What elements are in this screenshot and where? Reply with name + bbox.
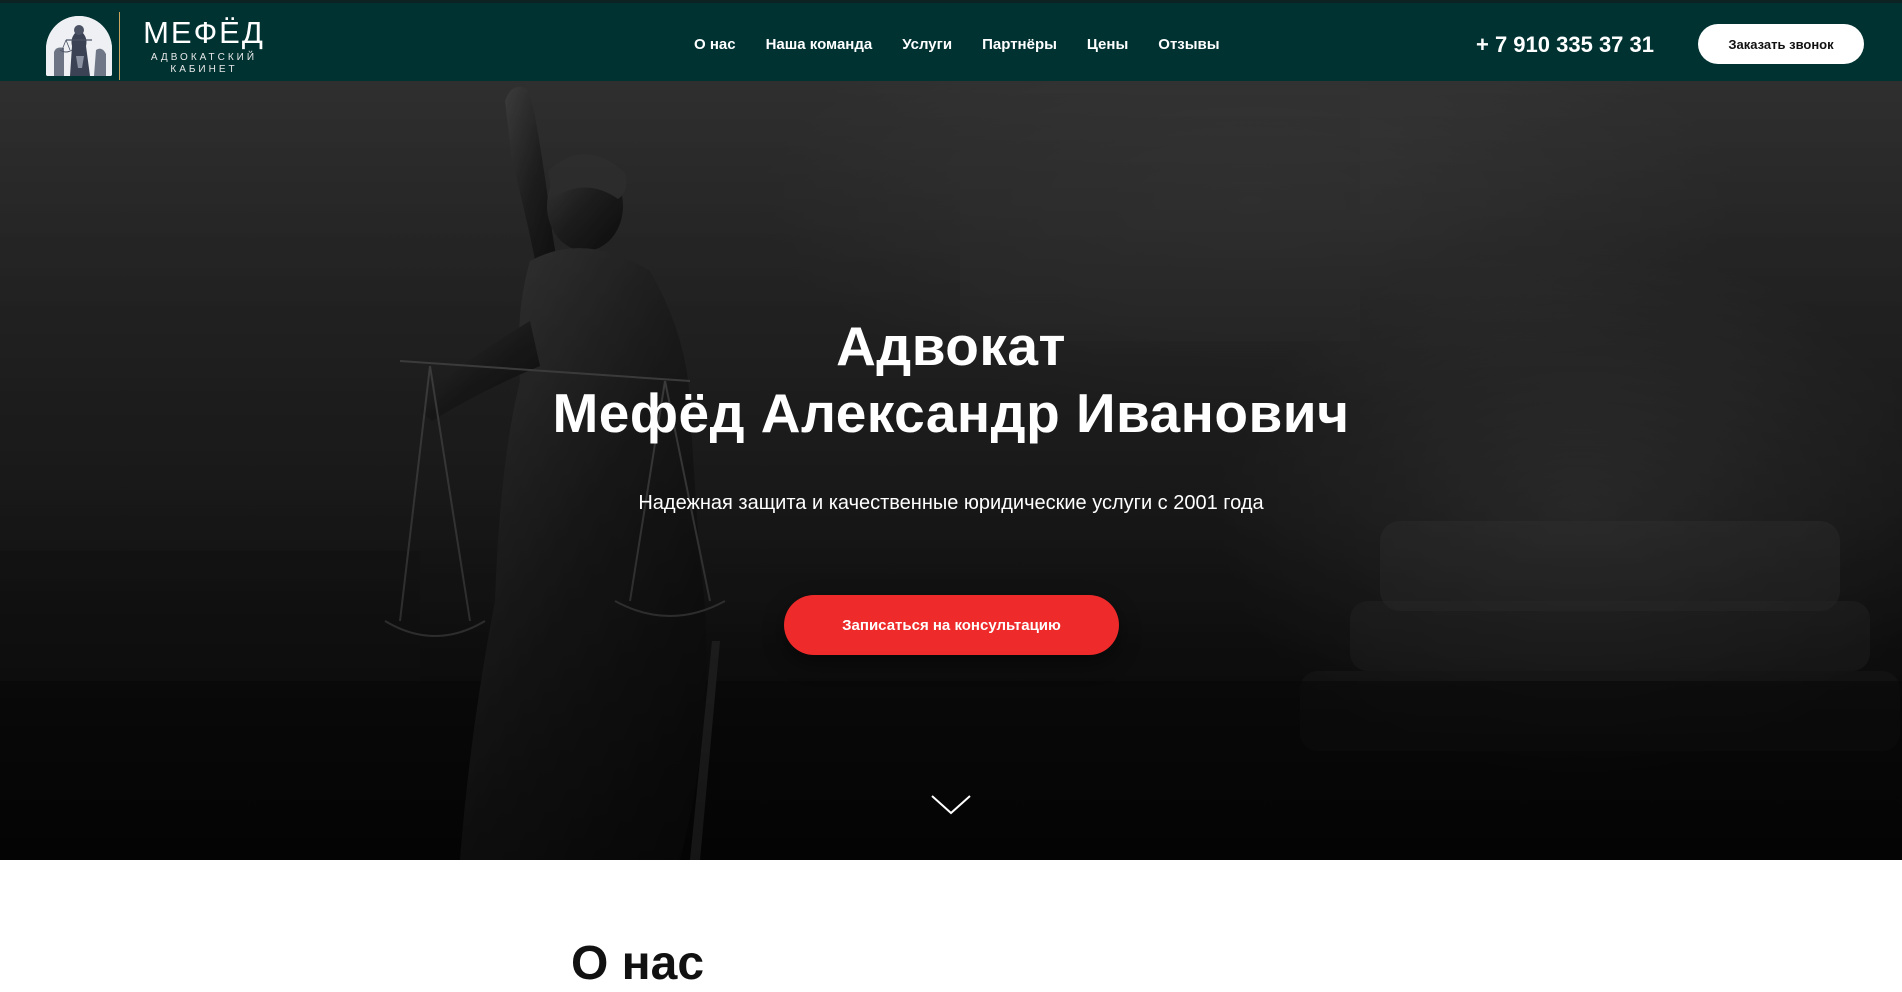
main-nav: О нас Наша команда Услуги Партнёры Цены … <box>694 33 1220 57</box>
request-call-button[interactable]: Заказать звонок <box>1698 24 1864 64</box>
hero-background-image <box>0 81 1902 860</box>
nav-item-services[interactable]: Услуги <box>902 33 952 57</box>
hero-title-line1: Адвокат <box>836 315 1066 377</box>
logo-name: МЕФЁД <box>143 15 265 50</box>
nav-item-partners[interactable]: Партнёры <box>982 33 1057 57</box>
nav-item-team[interactable]: Наша команда <box>766 33 873 57</box>
site-header: МЕФЁД АДВОКАТСКИЙ КАБИНЕТ О нас Наша ком… <box>0 0 1902 81</box>
logo[interactable]: МЕФЁД АДВОКАТСКИЙ КАБИНЕТ <box>46 12 266 80</box>
themis-emblem-icon <box>46 16 112 76</box>
chevron-down-icon[interactable] <box>930 793 972 817</box>
logo-subtitle-line2: КАБИНЕТ <box>170 64 238 75</box>
hero-section: Адвокат Мефёд Александр Иванович Надежна… <box>0 81 1902 860</box>
nav-item-prices[interactable]: Цены <box>1087 33 1128 57</box>
about-section-title: О нас <box>571 936 705 990</box>
phone-number[interactable]: + 7 910 335 37 31 <box>1476 30 1654 60</box>
logo-subtitle-line1: АДВОКАТСКИЙ <box>150 52 258 63</box>
logo-divider <box>119 12 120 80</box>
book-consultation-button[interactable]: Записаться на консультацию <box>784 595 1119 655</box>
nav-item-reviews[interactable]: Отзывы <box>1158 33 1219 57</box>
hero-title-line2: Мефёд Александр Иванович <box>552 382 1350 444</box>
hero-subtitle: Надежная защита и качественные юридическ… <box>638 492 1264 514</box>
nav-item-about[interactable]: О нас <box>694 33 736 57</box>
